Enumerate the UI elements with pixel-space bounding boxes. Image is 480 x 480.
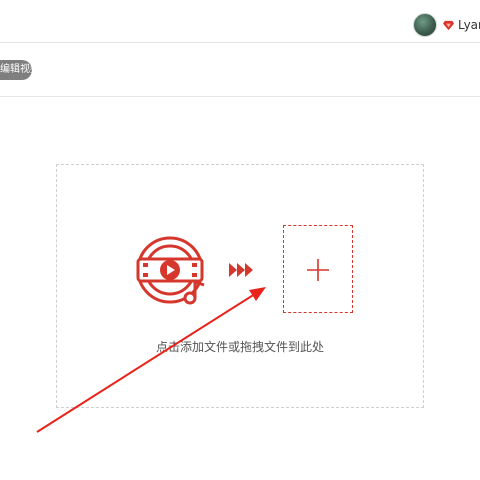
add-file-button[interactable] (283, 225, 353, 313)
forward-arrows-icon (229, 263, 253, 277)
top-bar: Lyan (0, 0, 480, 43)
edit-video-tab[interactable]: 编辑视频 (0, 60, 32, 80)
user-menu[interactable]: Lyan (413, 12, 480, 38)
drop-hint-text: 点击添加文件或拖拽文件到此处 (155, 340, 324, 354)
sub-bar: 编辑视频 (0, 43, 480, 97)
video-music-icon (136, 236, 205, 305)
file-drop-zone[interactable] (56, 164, 424, 408)
avatar[interactable] (413, 13, 437, 37)
plus-icon (307, 259, 329, 281)
username[interactable]: Lyan (458, 18, 480, 32)
page: Lyan 编辑视频 点击添加文件或拖 (0, 0, 480, 480)
vip-gem-icon (443, 20, 454, 30)
